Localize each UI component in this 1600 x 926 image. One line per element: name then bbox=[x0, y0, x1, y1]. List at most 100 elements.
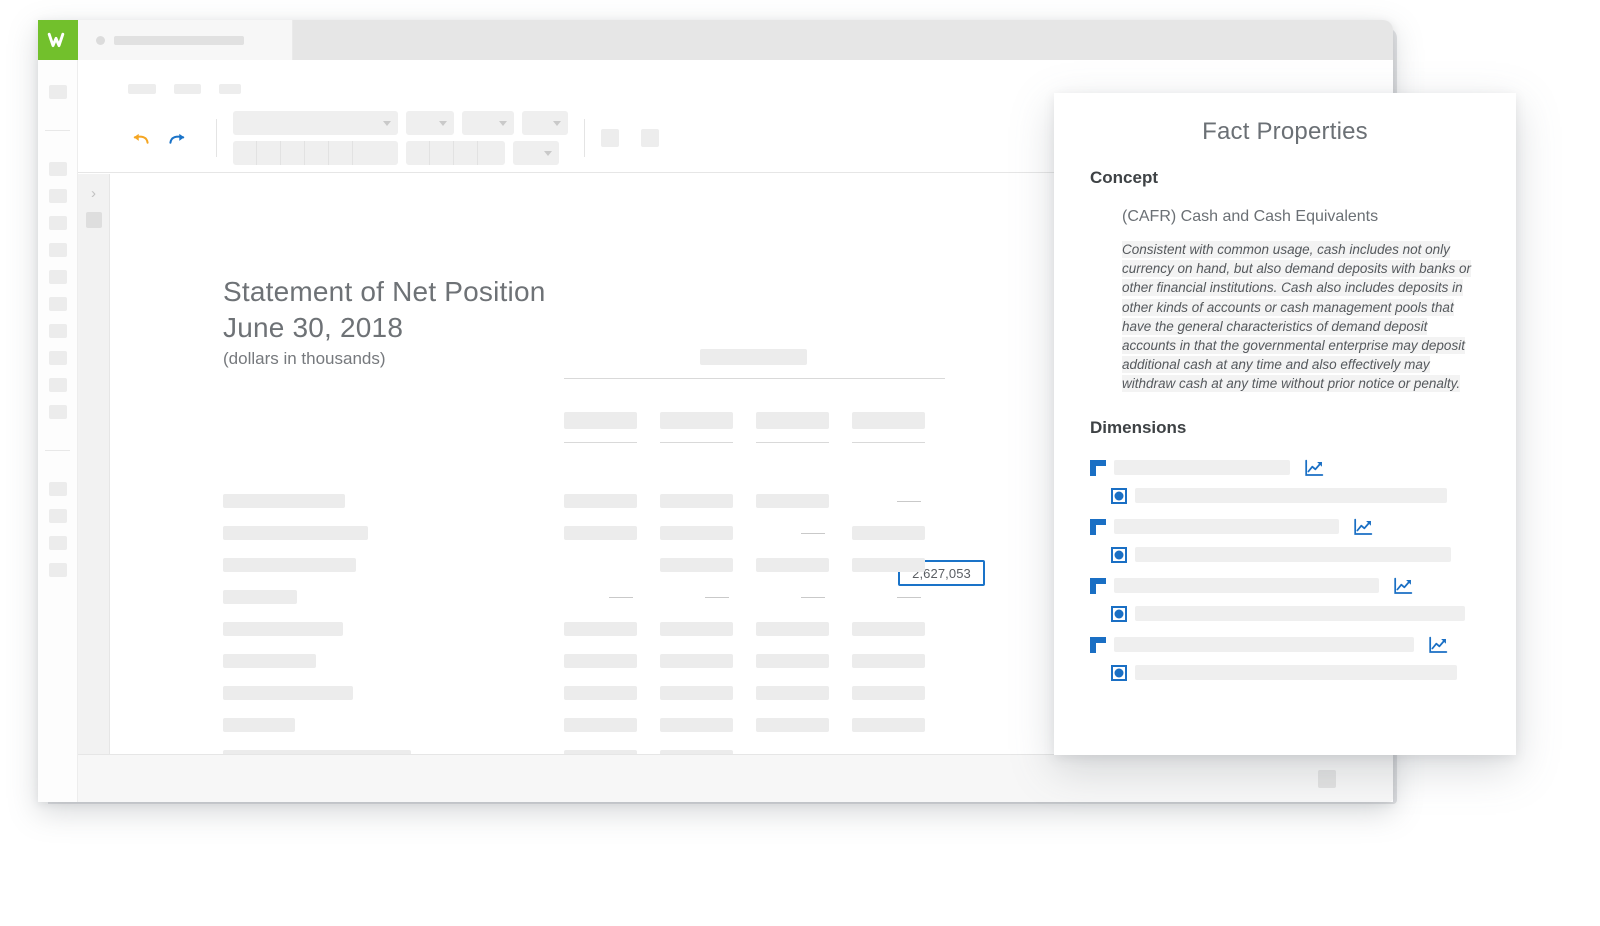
rail-icon[interactable] bbox=[48, 536, 67, 550]
trend-line-icon[interactable] bbox=[1393, 577, 1414, 595]
rail-icon[interactable] bbox=[48, 216, 67, 230]
table-row[interactable] bbox=[223, 613, 1063, 645]
text-color-select[interactable] bbox=[522, 111, 568, 135]
dimension-axis-icon[interactable] bbox=[1090, 577, 1106, 594]
table-cell[interactable] bbox=[660, 654, 733, 668]
table-cell[interactable] bbox=[660, 526, 733, 540]
rail-icon[interactable] bbox=[48, 297, 67, 311]
table-cell[interactable] bbox=[660, 718, 733, 732]
document-tab[interactable] bbox=[78, 20, 293, 60]
table-cell[interactable] bbox=[852, 558, 925, 572]
rail-icon[interactable] bbox=[48, 378, 67, 392]
chevron-right-icon[interactable]: › bbox=[87, 186, 101, 201]
table-row[interactable] bbox=[223, 741, 1063, 754]
workiva-logo[interactable] bbox=[38, 20, 78, 60]
align-right-button[interactable] bbox=[454, 141, 478, 165]
redo-button[interactable] bbox=[164, 125, 190, 151]
underline-button[interactable] bbox=[281, 141, 305, 165]
concept-name[interactable]: (CAFR) Cash and Cash Equivalents bbox=[1054, 188, 1516, 226]
table-cell[interactable] bbox=[660, 622, 733, 636]
table-row[interactable] bbox=[223, 581, 1063, 613]
dimension-member-icon[interactable] bbox=[1111, 546, 1127, 563]
table-cell-dash[interactable] bbox=[756, 526, 829, 540]
bold-button[interactable] bbox=[233, 141, 257, 165]
rail-icon[interactable] bbox=[48, 162, 67, 176]
align-center-button[interactable] bbox=[430, 141, 454, 165]
rail-icon[interactable] bbox=[48, 85, 67, 99]
rail-icon[interactable] bbox=[48, 243, 67, 257]
rail-icon[interactable] bbox=[48, 563, 67, 577]
gutter-marker[interactable] bbox=[85, 212, 102, 228]
table-row[interactable] bbox=[223, 645, 1063, 677]
align-left-button[interactable] bbox=[406, 141, 430, 165]
table-cell-dash[interactable] bbox=[564, 590, 637, 604]
table-cell[interactable] bbox=[852, 718, 925, 732]
rail-icon[interactable] bbox=[48, 482, 67, 496]
dimension-member-icon[interactable] bbox=[1111, 605, 1127, 622]
rail-icon[interactable] bbox=[48, 405, 67, 419]
dimension-axis-icon[interactable] bbox=[1090, 636, 1106, 653]
font-size-select[interactable] bbox=[406, 111, 454, 135]
table-cell[interactable] bbox=[564, 526, 637, 540]
menu-item[interactable] bbox=[128, 84, 156, 94]
table-cell[interactable] bbox=[756, 654, 829, 668]
dimension-axis-row[interactable] bbox=[1090, 631, 1516, 659]
rail-icon[interactable] bbox=[48, 189, 67, 203]
table-cell[interactable] bbox=[564, 494, 637, 508]
number-format-select[interactable] bbox=[513, 141, 559, 165]
superscript-button[interactable] bbox=[329, 141, 353, 165]
trend-line-icon[interactable] bbox=[1304, 459, 1325, 477]
rail-icon[interactable] bbox=[48, 351, 67, 365]
table-cell[interactable] bbox=[564, 718, 637, 732]
table-cell[interactable] bbox=[660, 558, 733, 572]
dimension-member-row[interactable] bbox=[1090, 600, 1516, 628]
dimension-axis-icon[interactable] bbox=[1090, 518, 1106, 535]
text-style-select[interactable] bbox=[462, 111, 514, 135]
table-cell[interactable] bbox=[756, 494, 829, 508]
italic-button[interactable] bbox=[257, 141, 281, 165]
table-cell[interactable] bbox=[756, 686, 829, 700]
table-cell[interactable] bbox=[660, 494, 733, 508]
rail-icon[interactable] bbox=[48, 324, 67, 338]
table-cell[interactable] bbox=[564, 686, 637, 700]
table-cell[interactable] bbox=[756, 622, 829, 636]
toolbar-action-button[interactable] bbox=[641, 129, 659, 147]
trend-line-icon[interactable] bbox=[1428, 636, 1449, 654]
table-cell[interactable] bbox=[756, 718, 829, 732]
table-cell[interactable] bbox=[660, 686, 733, 700]
table-cell[interactable] bbox=[852, 686, 925, 700]
table-row[interactable] bbox=[223, 709, 1063, 741]
dimension-member-row[interactable] bbox=[1090, 482, 1516, 510]
dimension-axis-row[interactable] bbox=[1090, 572, 1516, 600]
dimension-member-row[interactable] bbox=[1090, 659, 1516, 687]
rail-icon[interactable] bbox=[48, 509, 67, 523]
table-cell[interactable] bbox=[564, 654, 637, 668]
subscript-button[interactable] bbox=[353, 141, 377, 165]
table-cell-dash[interactable] bbox=[852, 590, 925, 604]
table-cell[interactable] bbox=[756, 558, 829, 572]
dimension-member-icon[interactable] bbox=[1111, 487, 1127, 504]
table-cell[interactable] bbox=[852, 526, 925, 540]
trend-line-icon[interactable] bbox=[1353, 518, 1374, 536]
dimension-axis-row[interactable] bbox=[1090, 454, 1516, 482]
dimension-member-icon[interactable] bbox=[1111, 664, 1127, 681]
table-row[interactable] bbox=[223, 517, 1063, 549]
table-cell[interactable] bbox=[564, 622, 637, 636]
align-justify-button[interactable] bbox=[478, 141, 502, 165]
toolbar-action-button[interactable] bbox=[601, 129, 619, 147]
strikethrough-button[interactable] bbox=[305, 141, 329, 165]
alignment-button-group[interactable] bbox=[406, 141, 505, 165]
table-cell[interactable] bbox=[852, 654, 925, 668]
table-cell[interactable] bbox=[852, 622, 925, 636]
font-family-select[interactable] bbox=[233, 111, 398, 135]
menu-item[interactable] bbox=[219, 84, 241, 94]
dimension-axis-row[interactable] bbox=[1090, 513, 1516, 541]
table-cell-dash[interactable] bbox=[660, 590, 733, 604]
table-cell-dash[interactable] bbox=[756, 590, 829, 604]
rail-icon[interactable] bbox=[48, 270, 67, 284]
dimension-axis-icon[interactable] bbox=[1090, 459, 1106, 476]
table-row[interactable] bbox=[223, 485, 1063, 517]
table-cell-dash[interactable] bbox=[852, 494, 925, 508]
text-format-button-group[interactable] bbox=[233, 141, 398, 165]
table-cell[interactable]: 2,627,053 bbox=[564, 558, 985, 586]
